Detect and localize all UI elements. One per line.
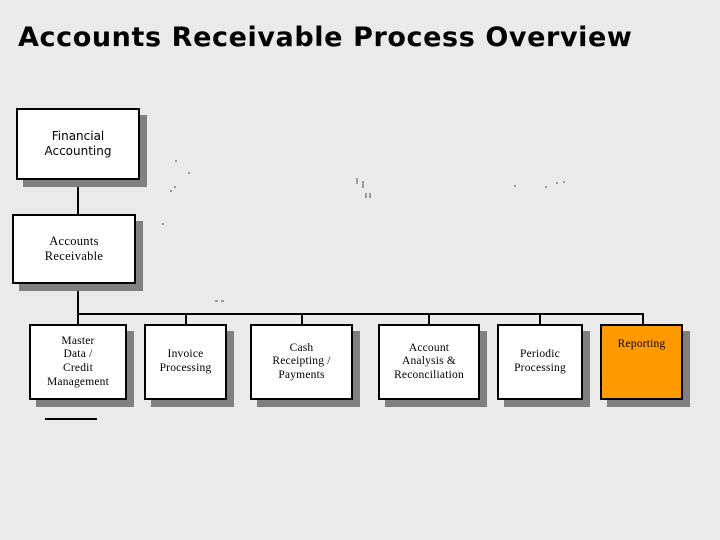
scan-artifact-speck <box>514 185 516 187</box>
node-accounts-receivable[interactable]: Accounts Receivable <box>12 214 136 284</box>
node-periodic-processing[interactable]: Periodic Processing <box>497 324 583 400</box>
connector-horizontal-bus <box>77 313 644 315</box>
node-financial-accounting[interactable]: Financial Accounting <box>16 108 140 180</box>
node-reporting[interactable]: Reporting <box>600 324 683 400</box>
scan-artifact-speck <box>162 223 164 225</box>
node-label-invoice-processing: Invoice Processing <box>159 348 212 374</box>
scan-artifact-speck <box>175 160 177 162</box>
scan-artifact-speck <box>215 300 218 302</box>
node-master-data-credit-management[interactable]: Master Data / Credit Management <box>29 324 127 400</box>
scan-artifact-speck <box>221 300 224 302</box>
scan-artifact-speck <box>170 190 172 192</box>
node-label-account-analysis-reconciliation: Account Analysis & Reconciliation <box>394 341 464 381</box>
scan-artifact-speck <box>365 193 367 198</box>
scan-artifact-speck <box>563 181 565 183</box>
scan-artifact-speck <box>362 181 364 188</box>
node-label-cash-receipting-payments: Cash Receipting / Payments <box>272 341 331 381</box>
scan-artifact-speck <box>356 178 358 184</box>
scan-artifact-speck <box>174 186 176 188</box>
slide-canvas: Accounts Receivable Process Overview Fin… <box>0 0 720 540</box>
page-title: Accounts Receivable Process Overview <box>18 22 633 53</box>
node-label-financial-accounting: Financial Accounting <box>44 129 112 158</box>
node-label-reporting: Reporting <box>617 338 666 350</box>
scan-artifact-speck <box>369 193 371 198</box>
scan-artifact-speck <box>556 182 558 184</box>
node-account-analysis-reconciliation[interactable]: Account Analysis & Reconciliation <box>378 324 480 400</box>
scan-artifact-line <box>45 418 97 420</box>
scan-artifact-speck <box>188 172 190 174</box>
node-invoice-processing[interactable]: Invoice Processing <box>144 324 227 400</box>
node-cash-receipting-payments[interactable]: Cash Receipting / Payments <box>250 324 353 400</box>
node-label-master-data-credit-management: Master Data / Credit Management <box>46 334 110 388</box>
scan-artifact-speck <box>545 186 547 188</box>
node-label-periodic-processing: Periodic Processing <box>514 348 566 374</box>
node-label-accounts-receivable: Accounts Receivable <box>44 234 104 263</box>
